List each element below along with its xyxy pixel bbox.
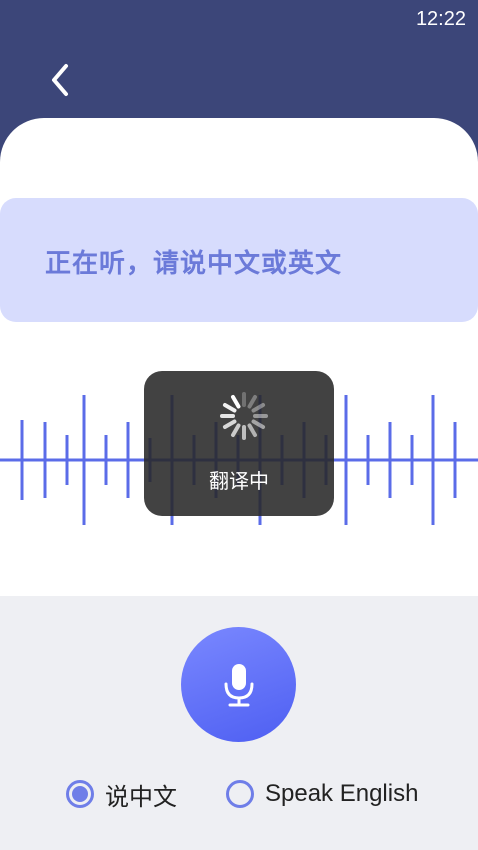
microphone-icon — [224, 663, 253, 706]
translating-text: 翻译中 — [209, 469, 269, 493]
radio-selected-icon[interactable] — [66, 780, 94, 808]
spinner-icon — [220, 392, 268, 440]
option-speak-chinese-label: 说中文 — [105, 783, 177, 811]
spinner-tick — [247, 423, 257, 438]
listening-prompt-text: 正在听，请说中文或英文 — [45, 249, 343, 279]
spinner-tick — [247, 394, 257, 409]
spinner-tick — [231, 394, 241, 409]
status-time: 12:22 — [415, 8, 466, 30]
spinner-tick — [222, 403, 237, 413]
spinner-tick — [251, 403, 266, 413]
back-arrow-icon — [52, 64, 68, 96]
translating-toast: 翻译中 — [144, 371, 334, 516]
option-speak-english[interactable]: Speak English — [226, 774, 418, 814]
option-speak-english-label: Speak English — [265, 780, 419, 807]
spinner-tick — [251, 419, 266, 429]
option-speak-chinese[interactable]: 说中文 — [66, 774, 177, 814]
spinner-tick — [231, 423, 241, 438]
back-button[interactable] — [40, 58, 80, 102]
spinner-tick — [222, 419, 237, 429]
radio-unselected-icon[interactable] — [226, 780, 254, 808]
microphone-button[interactable] — [181, 627, 296, 742]
